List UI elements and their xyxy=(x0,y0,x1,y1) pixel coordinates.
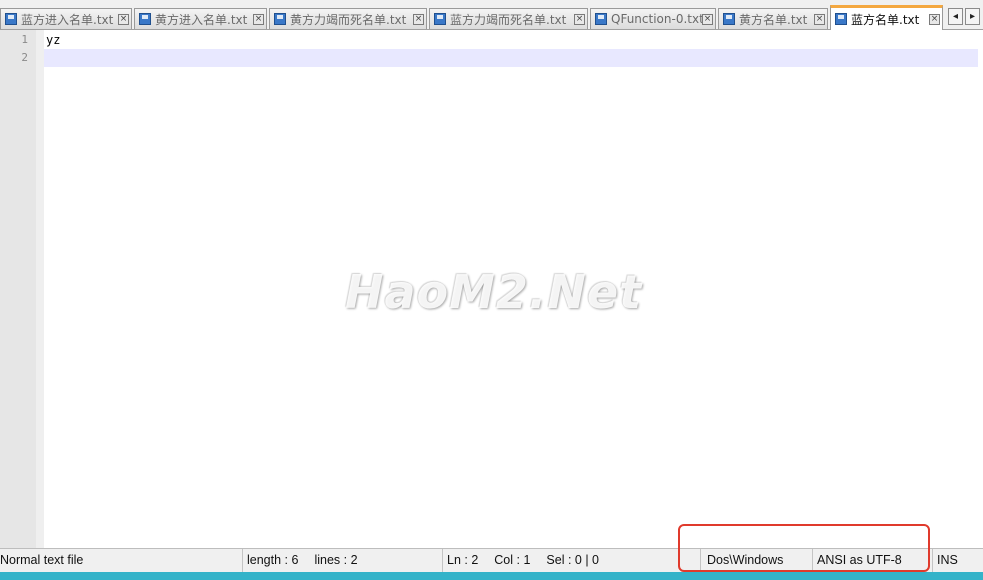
line-number: 2 xyxy=(21,51,28,64)
save-icon xyxy=(5,13,17,25)
close-icon[interactable]: × xyxy=(118,13,129,25)
status-file-type: Normal text file xyxy=(0,549,243,572)
status-ln: Ln : 2 xyxy=(447,553,479,567)
save-icon xyxy=(434,13,446,25)
tab-label: 黄方名单.txt xyxy=(739,12,808,27)
tab-bar: 蓝方进入名单.txt × 黄方进入名单.txt × 黄方力竭而死名单.txt ×… xyxy=(0,0,983,30)
status-col: Col : 1 xyxy=(494,553,531,567)
current-line-highlight xyxy=(44,49,978,67)
tab-yellow-exhausted-list[interactable]: 黄方力竭而死名单.txt × xyxy=(269,8,427,29)
tab-label: 蓝方进入名单.txt xyxy=(21,12,114,27)
close-icon[interactable]: × xyxy=(574,13,585,25)
save-icon xyxy=(274,13,286,25)
annotation-highlight-box xyxy=(678,524,930,572)
tab-yellow-enter-list[interactable]: 黄方进入名单.txt × xyxy=(134,8,267,29)
line-number-gutter: 1 2 xyxy=(0,30,44,548)
tab-label: 蓝方力竭而死名单.txt xyxy=(450,12,567,27)
tab-label: 黄方力竭而死名单.txt xyxy=(290,12,407,27)
close-icon[interactable]: × xyxy=(929,13,940,25)
save-icon xyxy=(139,13,151,25)
tab-label: 黄方进入名单.txt xyxy=(155,12,248,27)
close-icon[interactable]: × xyxy=(814,13,825,25)
save-icon xyxy=(595,13,607,25)
notepad-window: 蓝方进入名单.txt × 黄方进入名单.txt × 黄方力竭而死名单.txt ×… xyxy=(0,0,983,580)
close-icon[interactable]: × xyxy=(702,13,713,25)
code-line: yz xyxy=(46,33,61,47)
status-insert-mode[interactable]: INS xyxy=(933,549,983,572)
close-icon[interactable]: × xyxy=(413,13,424,25)
watermark: HaoM2.Net xyxy=(345,265,643,319)
tab-blue-list[interactable]: 蓝方名单.txt × xyxy=(830,5,943,30)
status-length: length : 6 xyxy=(247,553,299,567)
save-icon xyxy=(835,13,847,25)
fold-margin xyxy=(36,30,44,548)
status-lines: lines : 2 xyxy=(314,553,358,567)
tab-scroll-right-button[interactable]: ▸ xyxy=(965,8,980,25)
line-number: 1 xyxy=(21,33,28,46)
save-icon xyxy=(723,13,735,25)
tab-blue-exhausted-list[interactable]: 蓝方力竭而死名单.txt × xyxy=(429,8,588,29)
status-length-lines: length : 6 lines : 2 xyxy=(243,549,443,572)
tab-yellow-list[interactable]: 黄方名单.txt × xyxy=(718,8,828,29)
tab-qfunction[interactable]: QFunction-0.txt × xyxy=(590,8,716,29)
tab-blue-enter-list[interactable]: 蓝方进入名单.txt × xyxy=(0,8,132,29)
tab-scroll-left-button[interactable]: ◂ xyxy=(948,8,963,25)
status-cursor: Ln : 2 Col : 1 Sel : 0 | 0 xyxy=(443,549,701,572)
tab-label: QFunction-0.txt xyxy=(611,12,702,26)
tab-label: 蓝方名单.txt xyxy=(851,12,920,27)
taskbar-strip xyxy=(0,572,983,580)
close-icon[interactable]: × xyxy=(253,13,264,25)
status-sel: Sel : 0 | 0 xyxy=(546,553,600,567)
